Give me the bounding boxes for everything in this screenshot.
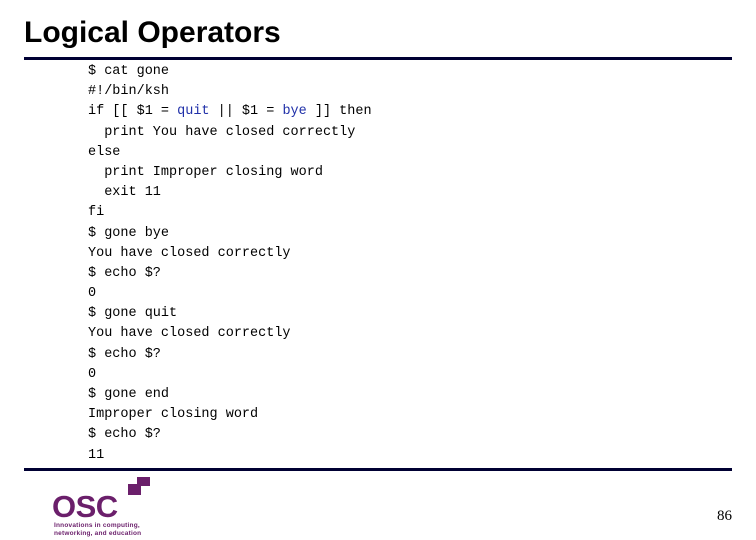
code-line: else [88,143,708,163]
osc-logo-text: OSC [52,489,118,524]
code-text: $ cat gone [88,64,170,79]
code-text: $ echo $? [88,265,161,281]
code-text: print Improper closing word [88,164,323,180]
code-text: print You have closed correctly [88,124,356,140]
footer-divider-bottom [24,468,732,471]
code-line: $ cat gone [88,62,708,82]
code-line: Improper closing word [88,405,708,425]
code-text: Improper closing word [88,407,259,423]
code-line: $ echo $? [88,264,708,284]
logo-mark-cut-top-left [128,477,137,484]
code-text: You have closed correctly [88,326,291,342]
code-line: 11 [88,446,708,466]
code-text: else [88,144,121,160]
page-number: 86 [717,508,732,524]
logo-mark-cut-bottom-right [141,486,150,495]
code-line: You have closed correctly [88,324,708,344]
code-text: $ gone end [88,387,170,402]
code-keyword: bye [282,104,307,120]
code-text: #!/bin/ksh [88,84,170,100]
code-text: if [[ $1 = [88,104,178,120]
code-line: $ gone bye [88,224,708,244]
code-text: $ gone bye [88,225,170,241]
code-line: if [[ $1 = quit || $1 = bye ]] then [88,102,708,122]
code-line: #!/bin/ksh [88,82,708,102]
osc-logo-tagline: Innovations in computing, networking, an… [54,522,141,538]
code-line: $ echo $? [88,425,708,445]
osc-logo-tagline-line2: networking, and education [54,530,142,537]
code-line: 0 [88,365,708,385]
code-text: 0 [88,286,97,302]
osc-logo: OSC Innovations in computing, networking… [52,477,222,537]
code-text: $ echo $? [88,346,161,362]
code-text: || $1 = [209,104,283,120]
code-text: fi [88,205,105,221]
code-line: $ gone end [88,385,708,405]
code-line: You have closed correctly [88,244,708,264]
code-line: $ gone quit [88,304,708,324]
code-line: $ echo $? [88,345,708,365]
code-line: fi [88,203,708,223]
title-divider-top [24,57,732,60]
code-text: 0 [88,366,97,382]
code-keyword: quit [177,104,210,120]
code-line: exit 11 [88,183,708,203]
code-block: $ cat gone #!/bin/ksh if [[ $1 = quit || $… [88,62,708,466]
slide: Logical Operators $ cat gone #!/bin/ksh if… [0,0,756,540]
page-title: Logical Operators [24,16,281,49]
code-text: 11 [88,447,105,463]
code-text: exit 11 [88,185,161,201]
code-text: You have closed correctly [88,245,291,261]
code-line: print You have closed correctly [88,123,708,143]
code-text: $ echo $? [88,427,161,443]
osc-logo-tagline-line1: Innovations in computing, [54,522,140,529]
code-line: print Improper closing word [88,163,708,183]
code-line: 0 [88,284,708,304]
code-text: $ gone quit [88,306,178,322]
osc-logo-mark-icon [128,477,150,495]
code-text: ]] then [306,104,372,120]
